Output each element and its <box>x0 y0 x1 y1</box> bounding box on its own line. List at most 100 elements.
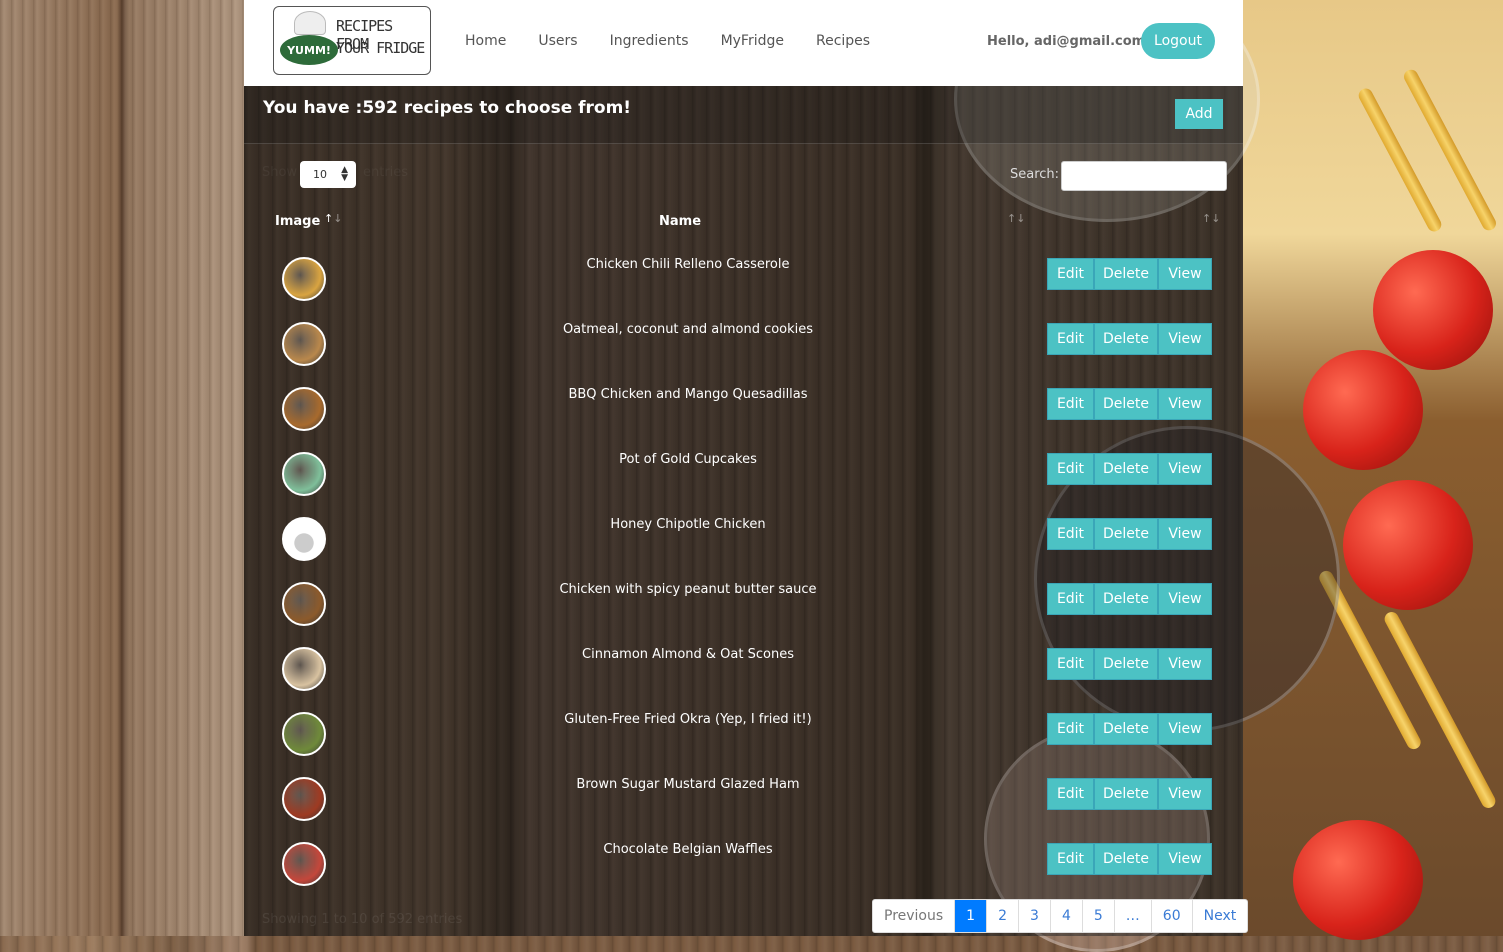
recipe-thumbnail <box>282 452 326 496</box>
delete-button[interactable]: Delete <box>1094 778 1158 810</box>
row-actions: Edit Delete View <box>1047 388 1212 420</box>
sort-icon[interactable]: ↑↓ <box>1007 212 1025 225</box>
pagination-page[interactable]: 2 <box>986 900 1018 932</box>
edit-button[interactable]: Edit <box>1047 843 1094 875</box>
logo-text-line2: YOUR FRIDGE <box>336 39 425 57</box>
delete-button[interactable]: Delete <box>1094 453 1158 485</box>
recipe-thumbnail <box>282 842 326 886</box>
row-actions: Edit Delete View <box>1047 713 1212 745</box>
add-recipe-button[interactable]: Add <box>1175 99 1223 129</box>
pagination-previous[interactable]: Previous <box>873 900 954 932</box>
table-row: BBQ Chicken and Mango Quesadillas Edit Del… <box>244 377 1243 442</box>
recipe-name: Brown Sugar Mustard Glazed Ham <box>576 777 800 792</box>
view-button[interactable]: View <box>1158 323 1212 355</box>
wood-background-left <box>0 0 244 936</box>
edit-button[interactable]: Edit <box>1047 258 1094 290</box>
nav-link-home[interactable]: Home <box>465 33 506 49</box>
table-row: Gluten-Free Fried Okra (Yep, I fried it!… <box>244 702 1243 767</box>
pagination-page: … <box>1113 900 1151 932</box>
delete-button[interactable]: Delete <box>1094 518 1158 550</box>
edit-button[interactable]: Edit <box>1047 518 1094 550</box>
nav-link-ingredients[interactable]: Ingredients <box>610 33 689 49</box>
nav-links: Home Users Ingredients MyFridge Recipes <box>465 33 902 49</box>
row-actions: Edit Delete View <box>1047 258 1212 290</box>
column-header-name[interactable]: Name <box>659 214 701 229</box>
row-actions: Edit Delete View <box>1047 583 1212 615</box>
edit-button[interactable]: Edit <box>1047 323 1094 355</box>
search-input[interactable] <box>1061 161 1227 191</box>
view-button[interactable]: View <box>1158 583 1212 615</box>
pagination-next[interactable]: Next <box>1191 900 1248 932</box>
view-button[interactable]: View <box>1158 258 1212 290</box>
site-logo[interactable]: YUMM! RECIPES FROM YOUR FRIDGE <box>273 6 431 75</box>
recipe-thumbnail <box>282 322 326 366</box>
recipe-thumbnail <box>282 517 326 561</box>
recipe-thumbnail <box>282 777 326 821</box>
delete-button[interactable]: Delete <box>1094 323 1158 355</box>
recipe-name: Honey Chipotle Chicken <box>610 517 766 532</box>
delete-button[interactable]: Delete <box>1094 713 1158 745</box>
recipe-name: Chicken Chili Relleno Casserole <box>586 257 790 272</box>
delete-button[interactable]: Delete <box>1094 648 1158 680</box>
row-actions: Edit Delete View <box>1047 518 1212 550</box>
top-navbar: YUMM! RECIPES FROM YOUR FRIDGE Home User… <box>244 0 1243 86</box>
recipe-thumbnail <box>282 712 326 756</box>
tomato-decoration <box>1293 820 1423 940</box>
search-label: Search: <box>1010 167 1060 182</box>
sort-icon[interactable]: ↑↓ <box>1202 212 1220 225</box>
recipe-name: Oatmeal, coconut and almond cookies <box>562 322 814 337</box>
table-row: Oatmeal, coconut and almond cookies Edit D… <box>244 312 1243 377</box>
pagination: Previous 1 2 3 4 5… 60 Next <box>872 899 1249 933</box>
table-row: Brown Sugar Mustard Glazed Ham Edit Delete… <box>244 767 1243 832</box>
row-actions: Edit Delete View <box>1047 648 1212 680</box>
view-button[interactable]: View <box>1158 778 1212 810</box>
recipe-name: BBQ Chicken and Mango Quesadillas <box>568 387 808 402</box>
logo-badge: YUMM! <box>280 35 338 65</box>
page-size-select[interactable]: 10 ▲ ▼ <box>300 161 356 188</box>
recipe-thumbnail <box>282 582 326 626</box>
recipe-thumbnail <box>282 387 326 431</box>
select-arrows-icon: ▲ ▼ <box>341 165 348 183</box>
view-button[interactable]: View <box>1158 843 1212 875</box>
row-actions: Edit Delete View <box>1047 843 1212 875</box>
pagination-page[interactable]: 60 <box>1150 900 1192 932</box>
view-button[interactable]: View <box>1158 648 1212 680</box>
pagination-page[interactable]: 5 <box>1081 900 1114 932</box>
nav-link-myfridge[interactable]: MyFridge <box>721 33 784 49</box>
recipe-name: Gluten-Free Fried Okra (Yep, I fried it!… <box>564 712 812 727</box>
pagination-page[interactable]: 4 <box>1049 900 1082 932</box>
edit-button[interactable]: Edit <box>1047 583 1094 615</box>
page-title: You have :592 recipes to choose from! <box>263 98 632 118</box>
table-row: Chicken Chili Relleno Casserole Edit Delet… <box>244 247 1243 312</box>
view-button[interactable]: View <box>1158 453 1212 485</box>
delete-button[interactable]: Delete <box>1094 258 1158 290</box>
view-button[interactable]: View <box>1158 518 1212 550</box>
chef-hat-icon <box>294 11 326 35</box>
recipes-panel-header: You have :592 recipes to choose from! Ad… <box>244 86 1243 144</box>
edit-button[interactable]: Edit <box>1047 388 1094 420</box>
nav-link-recipes[interactable]: Recipes <box>816 33 870 49</box>
pagination-page[interactable]: 3 <box>1018 900 1050 932</box>
table-row: Cinnamon Almond & Oat Scones Edit Delete Vi… <box>244 637 1243 702</box>
user-greeting: Hello, adi@gmail.com! <box>987 34 1152 49</box>
edit-button[interactable]: Edit <box>1047 713 1094 745</box>
pagination-page[interactable]: 1 <box>954 900 987 932</box>
row-actions: Edit Delete View <box>1047 453 1212 485</box>
table-row: Pot of Gold Cupcakes Edit Delete View <box>244 442 1243 507</box>
view-button[interactable]: View <box>1158 713 1212 745</box>
sort-asc-icon[interactable]: ↑↓ <box>324 212 342 225</box>
recipe-thumbnail <box>282 647 326 691</box>
delete-button[interactable]: Delete <box>1094 583 1158 615</box>
delete-button[interactable]: Delete <box>1094 388 1158 420</box>
edit-button[interactable]: Edit <box>1047 453 1094 485</box>
edit-button[interactable]: Edit <box>1047 778 1094 810</box>
view-button[interactable]: View <box>1158 388 1212 420</box>
edit-button[interactable]: Edit <box>1047 648 1094 680</box>
delete-button[interactable]: Delete <box>1094 843 1158 875</box>
table-info: Showing 1 to 10 of 592 entries <box>262 912 463 927</box>
column-header-image[interactable]: Image <box>275 214 320 229</box>
row-actions: Edit Delete View <box>1047 778 1212 810</box>
logout-button[interactable]: Logout <box>1141 23 1215 59</box>
tomato-decoration <box>1343 480 1473 610</box>
nav-link-users[interactable]: Users <box>538 33 577 49</box>
